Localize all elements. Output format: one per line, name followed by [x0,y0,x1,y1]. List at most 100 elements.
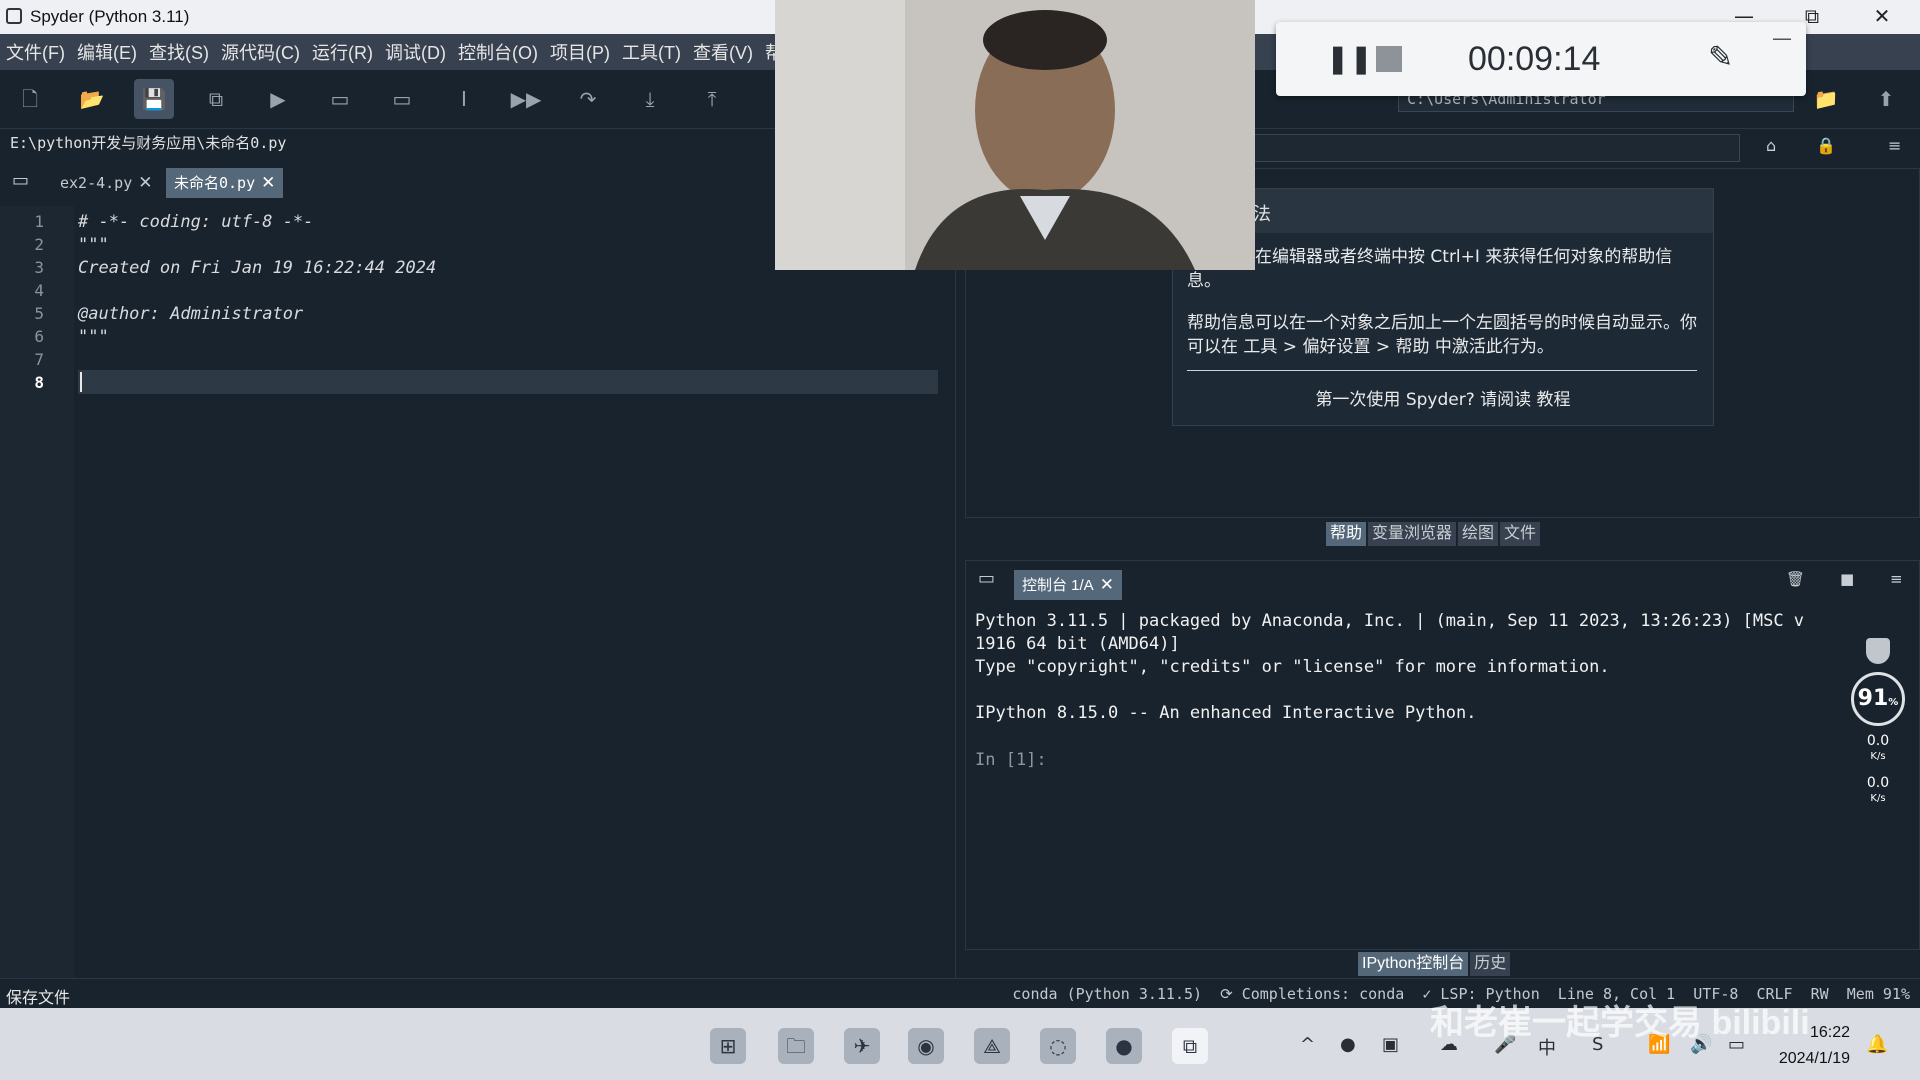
browse-console-tabs-icon[interactable]: ▭ [978,568,995,589]
run-cell-advance-icon[interactable]: ▭ [382,79,422,119]
console-line: Python 3.11.5 | packaged by Anaconda, In… [975,611,1805,631]
screen-recorder-widget: ❚❚ 00:09:14 ✎ — [1276,22,1806,96]
run-icon[interactable]: ▶ [258,79,298,119]
close-tab-icon[interactable]: ✕ [261,173,275,193]
text-cursor [80,372,82,392]
file-explorer-icon[interactable]: 🗀 [778,1028,814,1064]
app-icon[interactable]: ● [1106,1028,1142,1064]
menu-item[interactable]: 查看(V) [687,39,759,65]
step-return-icon[interactable]: ⤒ [692,79,732,119]
console-tab-label: 控制台 1/A [1022,577,1094,594]
browse-tabs-icon[interactable]: ▭ [12,170,29,191]
webcam-overlay [775,0,1255,270]
trash-icon[interactable]: 🗑 [1786,570,1805,588]
line-number-gutter: 1 2 3 4 5 6 7 8 [0,206,74,978]
open-file-icon[interactable]: 📂 [72,79,112,119]
browse-folder-icon[interactable]: 📁 [1806,79,1846,119]
code-line: """ [78,235,109,255]
menu-item[interactable]: 运行(R) [306,39,379,65]
file-path-bar: E:\python开发与财务应用\未命名0.py [0,128,775,156]
close-tab-icon[interactable]: ✕ [138,173,152,193]
help-paragraph-2: 帮助信息可以在一个对象之后加上一个左圆括号的时候自动显示。你可以在 工具 > 偏… [1187,313,1697,357]
tab-label: 未命名0.py [174,174,256,192]
menu-item[interactable]: 查找(S) [143,39,215,65]
pane-menu-icon[interactable]: ≡ [1888,136,1901,155]
tutorial-link[interactable]: 第一次使用 Spyder? 请阅读 教程 [1173,385,1713,410]
code-line: @author: Administrator [78,304,304,324]
tab-console[interactable]: 控制台 1/A ✕ [1014,570,1122,600]
line-number: 2 [34,235,44,254]
window-title: Spyder (Python 3.11) [30,7,190,26]
tray-app-icon[interactable]: ● [1340,1034,1356,1055]
download-rate: 0.0 [1866,775,1890,791]
menu-item[interactable]: 编辑(E) [71,39,143,65]
debug-icon[interactable]: ▶▶ [506,79,546,119]
webcam-person-image [775,0,1255,270]
step-into-icon[interactable]: ⤓ [630,79,670,119]
parent-directory-icon[interactable]: ⬆ [1866,79,1906,119]
video-watermark: 和老崔一起学交易 bilibili [1430,1004,1810,1042]
stop-icon[interactable]: ■ [1840,570,1854,588]
line-number: 7 [34,350,44,369]
tab-history[interactable]: 历史 [1470,952,1511,976]
tab-plots[interactable]: 绘图 [1458,522,1499,546]
status-message: 保存文件 [6,990,71,1007]
tab-files[interactable]: 文件 [1500,522,1541,546]
cpu-percent: 91 [1857,686,1889,711]
line-number: 1 [34,212,44,231]
tray-window-icon[interactable]: ▣ [1382,1034,1399,1055]
new-file-icon[interactable]: 🗋 [10,79,50,119]
line-number: 4 [34,281,44,300]
upload-rate: 0.0 [1866,733,1890,749]
tab-ex2-4[interactable]: ex2-4.py ✕ [52,168,161,198]
menu-item[interactable]: 文件(F) [0,39,71,65]
current-line-highlight [78,370,938,394]
help-divider [1187,370,1697,371]
anaconda-icon[interactable]: ⟁ [974,1028,1010,1064]
tab-variable-explorer[interactable]: 变量浏览器 [1368,522,1457,546]
save-icon[interactable]: 💾 [134,79,174,119]
home-icon[interactable]: ⌂ [1766,136,1776,155]
tab-label: ex2-4.py [60,174,133,192]
close-button[interactable]: ✕ [1852,0,1912,34]
spyder-app-icon [6,8,22,24]
menu-item[interactable]: 调试(D) [379,39,452,65]
tab-help[interactable]: 帮助 [1326,522,1367,546]
step-icon[interactable]: ↷ [568,79,608,119]
help-card-title-text: 法 [1253,204,1271,225]
menu-item[interactable]: 项目(P) [544,39,616,65]
browser-icon[interactable]: ◉ [908,1028,944,1064]
menu-item[interactable]: 控制台(O) [452,39,544,65]
console-menu-icon[interactable]: ≡ [1890,570,1903,588]
start-icon[interactable]: ⊞ [710,1028,746,1064]
shield-icon [1866,638,1890,664]
feishu-icon[interactable]: ✈ [844,1028,880,1064]
line-number: 8 [34,373,44,392]
stop-recording-icon[interactable] [1376,46,1402,72]
console-output: Python 3.11.5 | packaged by Anaconda, In… [975,610,1875,725]
menu-item[interactable]: 源代码(C) [215,39,306,65]
pen-icon[interactable]: ✎ [1708,40,1733,75]
help-object-combo[interactable] [1250,134,1740,162]
lock-icon[interactable]: 🔒 [1816,136,1836,155]
console-prompt[interactable]: In [1]: [975,750,1047,770]
run-selection-icon[interactable]: I [444,79,484,119]
chevron-up-icon[interactable]: ^ [1300,1034,1315,1055]
tab-ipython-console[interactable]: IPython控制台 [1358,952,1469,976]
tab-untitled0[interactable]: 未命名0.py ✕ [166,168,284,198]
pause-icon[interactable]: ❚❚ [1326,42,1373,75]
save-all-icon[interactable]: ⧉ [196,79,236,119]
console-line: IPython 8.15.0 -- An enhanced Interactiv… [975,703,1477,723]
loading-icon[interactable]: ◌ [1040,1028,1076,1064]
line-number: 3 [34,258,44,277]
code-editor[interactable]: 1 2 3 4 5 6 7 8 # -*- coding: utf-8 -*- """ Creat… [0,206,956,978]
notification-icon[interactable]: 🔔 [1866,1034,1888,1055]
run-cell-icon[interactable]: ▭ [320,79,360,119]
close-console-icon[interactable]: ✕ [1100,575,1114,595]
spyder-taskbar-icon[interactable]: ⧉ [1172,1028,1208,1064]
code-line: # -*- coding: utf-8 -*- [78,212,314,232]
help-paragraph-1: 可以通过在编辑器或者终端中按 Ctrl+I 来获得任何对象的帮助信息。 [1187,247,1673,291]
console-pane-tabs: IPython控制台 历史 [1358,952,1511,976]
menu-item[interactable]: 工具(T) [616,39,687,65]
collapse-icon[interactable]: — [1772,26,1792,50]
